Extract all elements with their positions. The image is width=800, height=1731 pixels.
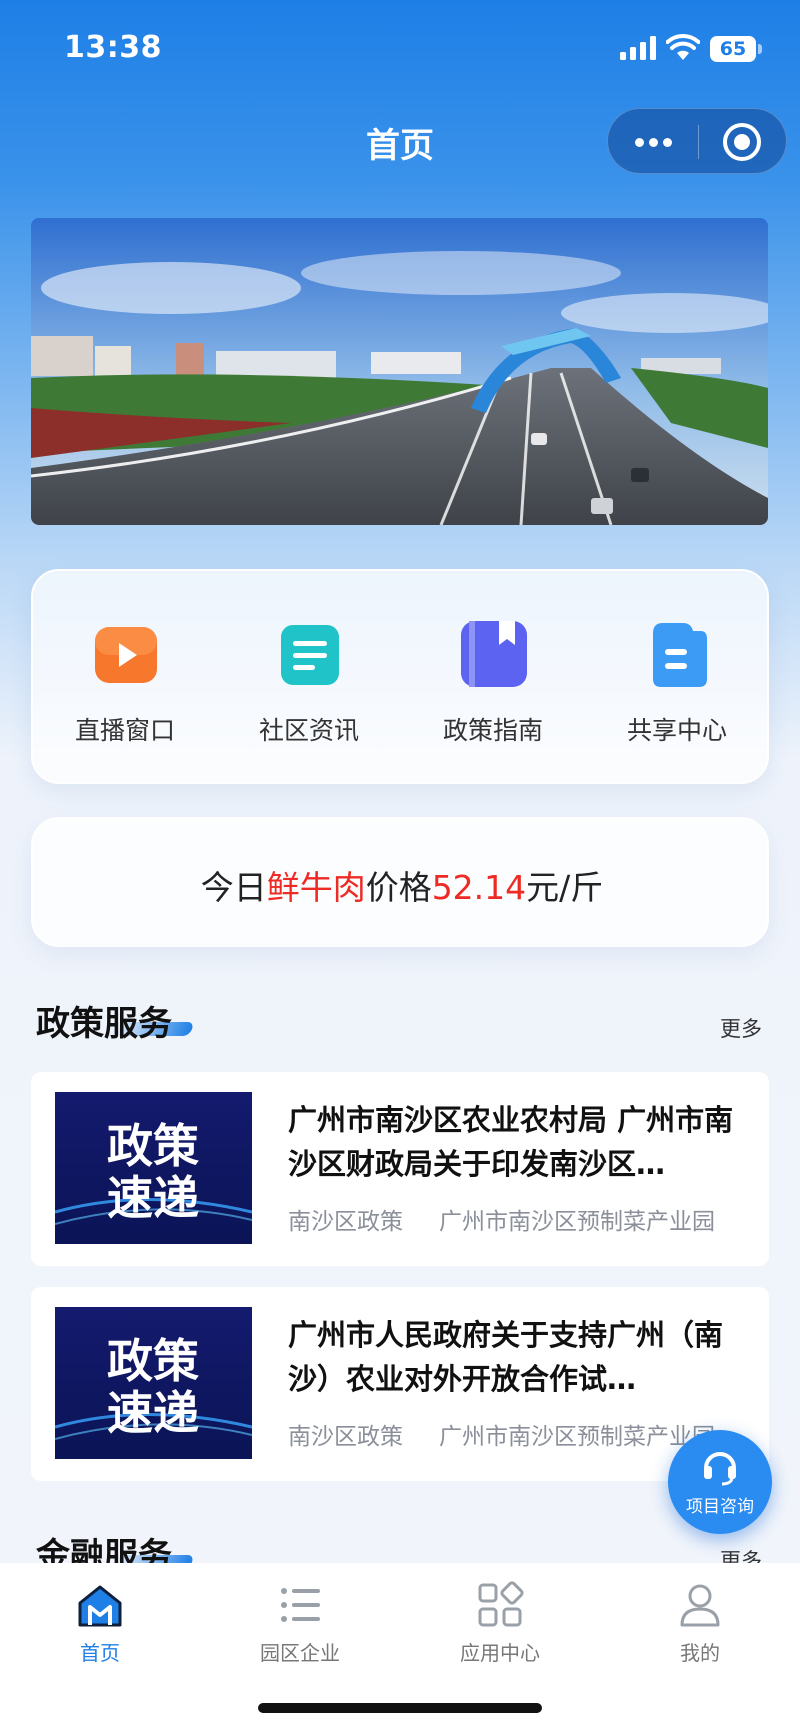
section-title-policy: 政策服务 <box>36 1004 172 1044</box>
live-video-icon <box>95 627 157 683</box>
headset-icon <box>704 1452 736 1486</box>
tab-label: 园区企业 <box>260 1641 340 1665</box>
policy-more-link[interactable]: 更多 <box>720 1013 762 1043</box>
price-notice-card[interactable]: 今日鲜牛肉价格52.14元/斤 <box>31 817 769 947</box>
mini-program-capsule <box>607 108 787 174</box>
policy-item[interactable]: 政策 速递 广州市人民政府关于支持广州（南沙）农业对外开放合作试… 南沙区政策 … <box>31 1287 769 1481</box>
thumb-text: 政策 <box>107 1119 199 1173</box>
banner-photo <box>31 218 768 525</box>
quick-link-share-center[interactable]: 共享中心 <box>585 619 769 759</box>
apps-icon <box>478 1581 524 1627</box>
tab-home[interactable]: 首页 <box>0 1573 200 1673</box>
quick-link-live[interactable]: 直播窗口 <box>33 619 217 759</box>
tab-park-enterprises[interactable]: 园区企业 <box>200 1573 400 1673</box>
price-notice-text: 今日鲜牛肉价格52.14元/斤 <box>200 868 604 907</box>
home-icon <box>78 1585 122 1627</box>
policy-item[interactable]: 政策 速递 广州市南沙区农业农村局 广州市南沙区财政局关于印发南沙区… 南沙区政… <box>31 1072 769 1266</box>
policy-title: 广州市人民政府关于支持广州（南沙）农业对外开放合作试… <box>288 1318 724 1396</box>
policy-tag: 广州市南沙区预制菜产业园 <box>439 1424 715 1450</box>
policy-thumbnail: 政策 速递 <box>55 1092 252 1244</box>
battery-icon: 65 <box>710 36 762 62</box>
policy-tag: 南沙区政策 <box>288 1424 403 1450</box>
cellular-signal-icon <box>620 36 656 60</box>
tab-label: 我的 <box>680 1641 720 1665</box>
consult-label: 项目咨询 <box>686 1497 754 1517</box>
battery-level: 65 <box>719 38 747 60</box>
quick-link-label: 政策指南 <box>442 716 543 745</box>
policy-title: 广州市南沙区农业农村局 广州市南沙区财政局关于印发南沙区… <box>288 1103 734 1181</box>
quick-link-label: 共享中心 <box>626 716 727 745</box>
hero-banner[interactable] <box>31 218 768 525</box>
thumb-text: 速递 <box>107 1386 199 1440</box>
folder-icon <box>653 623 707 687</box>
status-time: 13:38 <box>64 30 162 65</box>
policy-tag: 广州市南沙区预制菜产业园 <box>439 1209 715 1235</box>
price-item: 鲜牛肉 <box>266 868 366 907</box>
user-icon <box>680 1584 720 1627</box>
book-icon <box>461 621 527 687</box>
tab-label: 首页 <box>80 1641 120 1665</box>
policy-tag: 南沙区政策 <box>288 1209 403 1235</box>
quick-link-label: 直播窗口 <box>74 716 175 745</box>
wifi-icon <box>666 34 700 60</box>
more-options-button[interactable] <box>608 109 698 175</box>
quick-link-news[interactable]: 社区资讯 <box>217 619 401 759</box>
quick-link-policy-guide[interactable]: 政策指南 <box>401 619 585 759</box>
tab-app-center[interactable]: 应用中心 <box>400 1573 600 1673</box>
quick-link-label: 社区资讯 <box>258 716 359 745</box>
thumb-text: 速递 <box>107 1171 199 1225</box>
list-icon <box>281 1588 320 1622</box>
price-value: 52.14 <box>431 868 527 907</box>
project-consult-button[interactable]: 项目咨询 <box>668 1430 772 1534</box>
policy-thumbnail: 政策 速递 <box>55 1307 252 1459</box>
tab-profile[interactable]: 我的 <box>600 1573 800 1673</box>
thumb-text: 政策 <box>107 1334 199 1388</box>
status-bar: 13:38 65 <box>0 0 800 100</box>
tab-label: 应用中心 <box>460 1641 540 1665</box>
home-indicator <box>258 1703 542 1713</box>
quick-links-card: 直播窗口 社区资讯 政策指南 共享中心 <box>31 569 769 784</box>
document-icon <box>281 625 339 685</box>
close-miniprogram-button[interactable] <box>723 123 761 161</box>
